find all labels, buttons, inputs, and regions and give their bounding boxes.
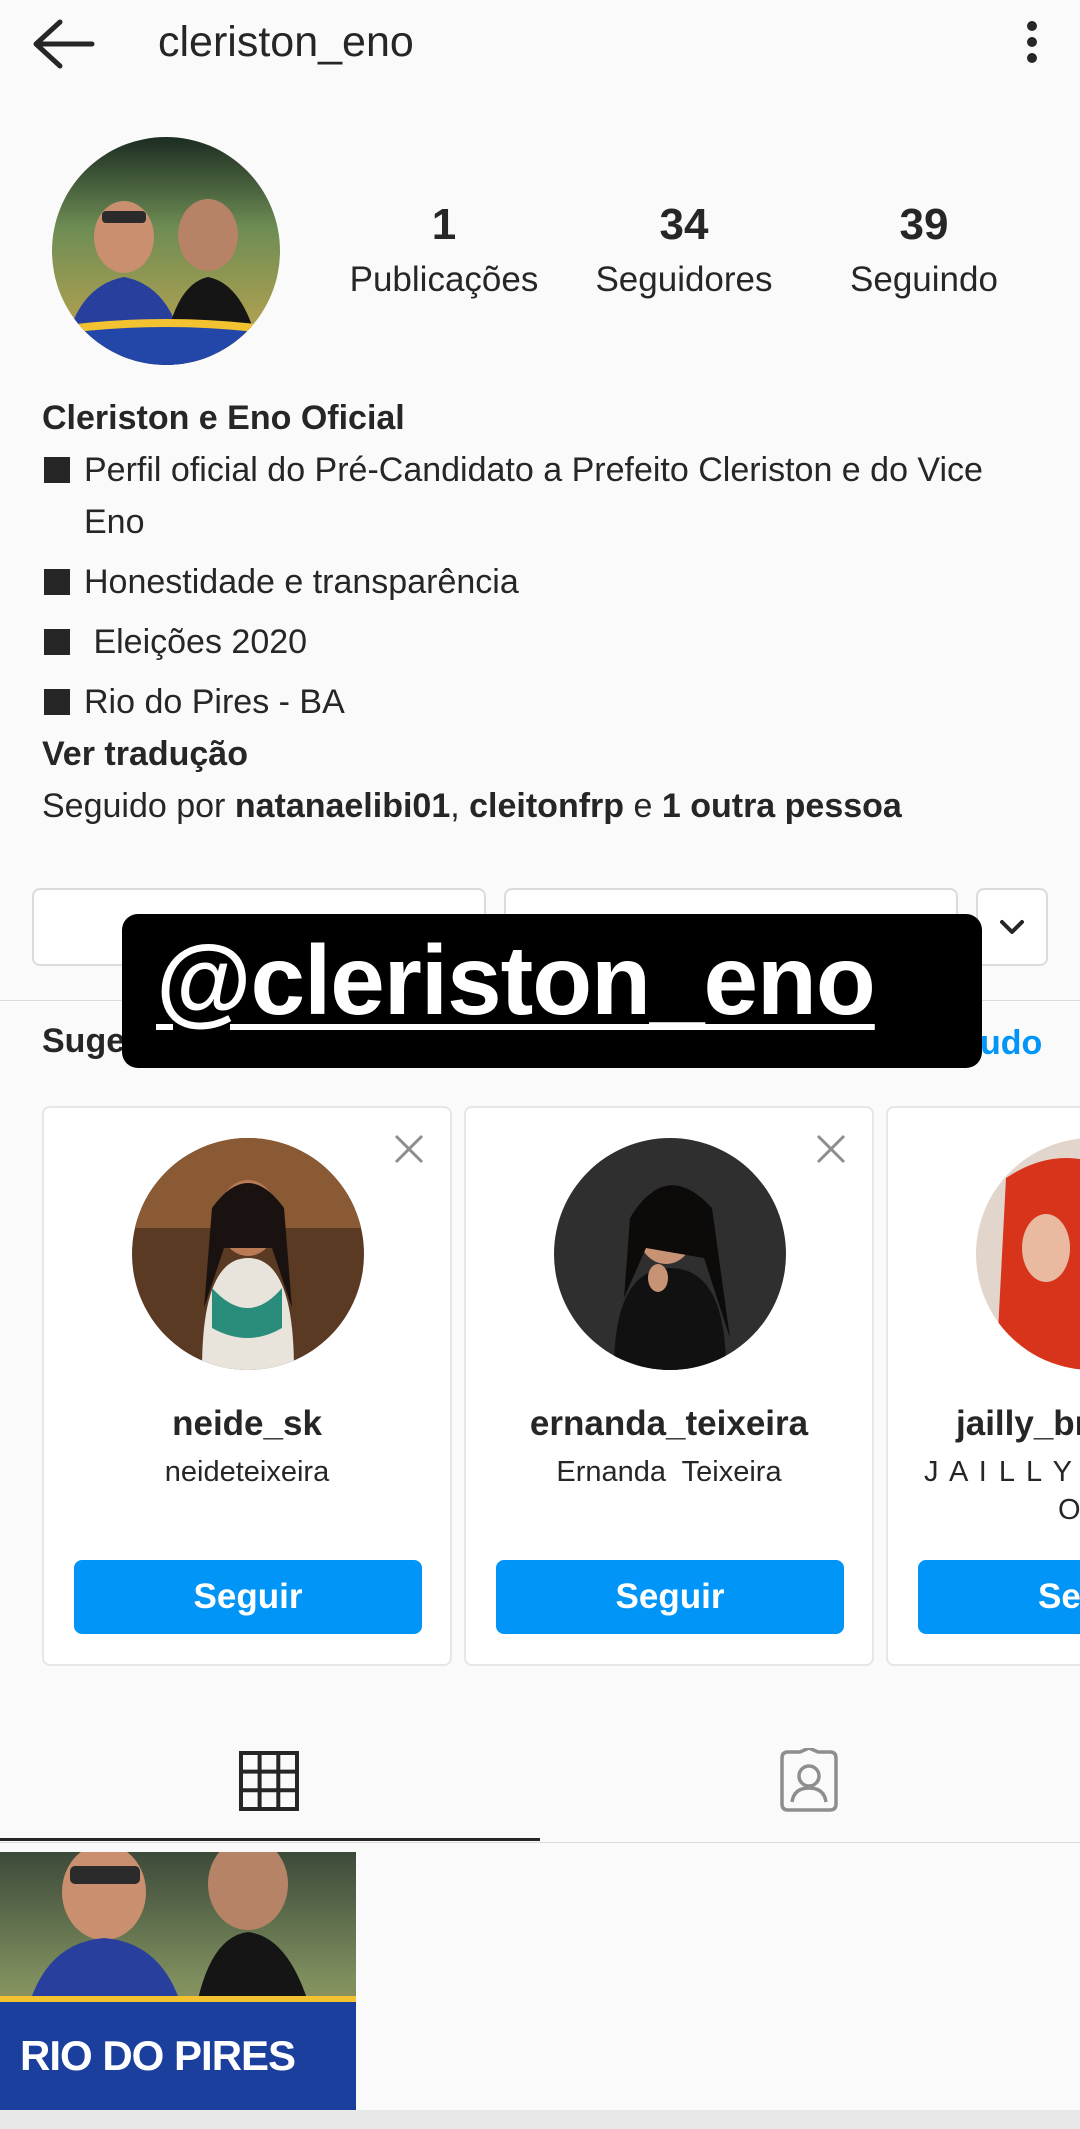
profile-tabs [0,1736,1080,1842]
followed-by-separator: , [450,787,470,825]
suggestion-full-name: Ernanda Teixeira [556,1456,782,1488]
suggestions-title: Suge [42,1022,126,1060]
followed-by-prefix: Seguido por [42,787,235,825]
suggestion-card[interactable]: ernanda_teixeira Ernanda Teixeira Seguir [464,1106,874,1666]
more-options-icon[interactable] [1010,18,1054,82]
profile-avatar[interactable] [52,137,280,365]
see-all-link[interactable]: udo [980,1024,1042,1063]
follow-button[interactable]: Seguir [74,1560,422,1634]
posts-label: Publicações [349,260,539,299]
black-square-icon [44,569,70,595]
bottom-edge [0,2110,1080,2129]
bio-line: Rio do Pires - BA [42,676,1042,728]
suggestion-full-name: neideteixeira [164,1456,330,1488]
post-thumbnail[interactable]: RIO DO PIRES [0,1852,356,2110]
chevron-down-icon [1000,920,1024,934]
posts-stat[interactable]: 1 Publicações [334,198,554,304]
bio-line-text: Perfil oficial do Pré-Candidato a Prefei… [84,451,983,541]
bio-line: Honestidade e transparência [42,556,1042,608]
suggestion-full-name: J A I L L Y [924,1456,1074,1488]
profile-display-name: Cleriston e Eno Oficial [42,399,405,437]
followers-stat[interactable]: 34 Seguidores [574,198,794,304]
suggestion-username[interactable]: neide_sk [44,1404,450,1444]
posts-count: 1 [431,200,457,249]
profile-username-title: cleriston_eno [158,18,414,66]
followed-by-user[interactable]: cleitonfrp [469,787,624,825]
story-mention-sticker[interactable]: @cleriston_eno [122,914,982,1068]
suggestion-avatar[interactable] [976,1138,1080,1370]
suggestion-card[interactable]: neide_sk neideteixeira Seguir [42,1106,452,1666]
followers-count: 34 [659,200,709,249]
following-count: 39 [899,200,949,249]
followed-by-text[interactable]: Seguido por natanaelibi01, cleitonfrp e … [42,780,1042,832]
bio-line-text: Honestidade e transparência [84,563,519,601]
black-square-icon [44,457,70,483]
followed-by-others[interactable]: 1 outra pessoa [662,787,902,825]
suggestion-avatar[interactable] [554,1138,786,1370]
follow-button[interactable]: Seguir [496,1560,844,1634]
post-caption-banner: RIO DO PIRES [0,2002,356,2110]
post-caption-text: RIO DO PIRES [20,2032,296,2079]
suggestion-full-name-continued: O [1058,1494,1080,1526]
followed-by-conjunction: e [624,787,662,825]
see-translation-link[interactable]: Ver tradução [42,728,1042,780]
active-tab-indicator [0,1838,540,1841]
bio-line-text: Eleições 2020 [84,623,308,661]
black-square-icon [44,629,70,655]
followed-by-user[interactable]: natanaelibi01 [235,787,450,825]
posts-grid-tab-icon[interactable] [238,1750,300,1812]
suggestion-avatar[interactable] [132,1138,364,1370]
suggestion-username[interactable]: ernanda_teixeira [466,1404,872,1444]
dismiss-close-icon[interactable] [814,1132,848,1166]
follow-button[interactable]: Se [918,1560,1080,1634]
profile-bio: Cleriston e Eno Oficial Perfil oficial d… [42,392,1042,832]
bio-line-text: Rio do Pires - BA [84,683,345,721]
black-square-icon [44,689,70,715]
following-label: Seguindo [850,260,998,299]
top-bar: cleriston_eno [0,0,1080,90]
bio-line: Perfil oficial do Pré-Candidato a Prefei… [42,444,1042,548]
suggestions-toggle-button[interactable] [976,888,1048,966]
suggestion-card[interactable]: jailly_br J A I L L Y O Se [886,1106,1080,1666]
bio-line: Eleições 2020 [42,616,1042,668]
dismiss-close-icon[interactable] [392,1132,426,1166]
followers-label: Seguidores [595,260,773,299]
suggestion-username[interactable]: jailly_br [956,1404,1080,1444]
following-stat[interactable]: 39 Seguindo [814,198,1034,304]
back-arrow-icon[interactable] [30,16,96,72]
tabs-divider [0,1842,1080,1843]
tagged-photos-tab-icon[interactable] [776,1746,842,1814]
mention-text: @cleriston_eno [156,925,876,1035]
